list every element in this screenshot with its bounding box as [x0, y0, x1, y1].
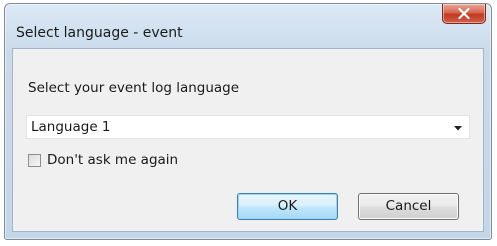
dialog-window: Select language - event Select your even…: [4, 3, 492, 240]
cancel-button[interactable]: Cancel: [358, 193, 459, 220]
language-dropdown[interactable]: Language 1: [26, 115, 470, 139]
ok-button[interactable]: OK: [237, 193, 338, 220]
language-selected-value: Language 1: [31, 119, 111, 135]
dont-ask-again-label[interactable]: Don't ask me again: [47, 152, 178, 169]
dont-ask-again-checkbox[interactable]: [28, 154, 41, 167]
dialog-content: Select your event log language Language …: [12, 48, 484, 232]
chevron-down-icon: [454, 126, 462, 131]
language-prompt: Select your event log language: [28, 80, 240, 96]
title-bar[interactable]: Select language - event: [5, 4, 491, 48]
window-title: Select language - event: [16, 25, 183, 41]
close-icon: [458, 8, 470, 19]
close-button[interactable]: [442, 4, 486, 24]
